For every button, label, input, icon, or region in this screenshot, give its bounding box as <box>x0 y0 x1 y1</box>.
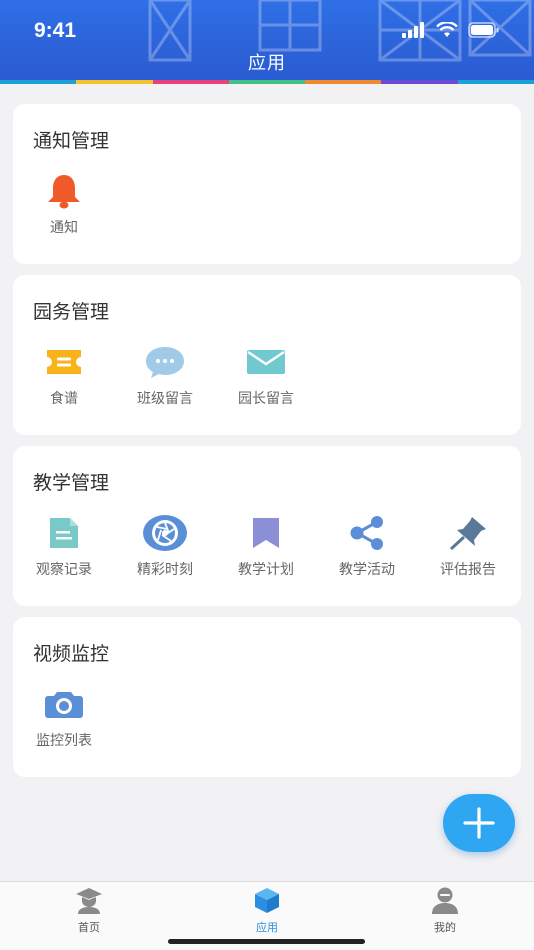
person-icon <box>432 887 458 914</box>
app-item-monitor-list[interactable]: 监控列表 <box>14 684 114 750</box>
section-title: 园务管理 <box>33 301 110 323</box>
app-item-class-message[interactable]: 班级留言 <box>115 342 215 408</box>
app-item-label: 教学计划 <box>238 562 294 578</box>
app-item-label: 监控列表 <box>36 733 92 749</box>
home-indicator <box>168 939 365 944</box>
camera-icon <box>45 692 83 718</box>
student-icon <box>76 888 102 914</box>
section-title: 通知管理 <box>33 130 110 152</box>
app-item-notice[interactable]: 通知 <box>14 171 114 237</box>
app-item-label: 评估报告 <box>440 562 496 578</box>
app-item-label: 食谱 <box>50 391 78 407</box>
battery-icon <box>468 22 499 38</box>
strip-segment <box>152 80 229 84</box>
section-card-teaching: 教学管理 观察记录 精彩时刻 教学计划 教学活动 评估报告 <box>13 446 521 606</box>
recipe-icon <box>47 350 81 374</box>
app-item-observation[interactable]: 观察记录 <box>14 513 114 579</box>
document-icon <box>50 518 78 548</box>
tab-label: 应用 <box>256 921 278 934</box>
chat-bubble-icon <box>146 347 184 378</box>
strip-segment <box>228 80 306 84</box>
tab-label: 首页 <box>78 921 100 934</box>
section-card-notice: 通知管理 通知 <box>13 104 521 264</box>
strip-segment <box>457 80 534 84</box>
app-item-highlights[interactable]: 精彩时刻 <box>115 513 215 579</box>
app-item-recipe[interactable]: 食谱 <box>14 342 114 408</box>
add-floating-button[interactable] <box>443 794 515 852</box>
bookmark-icon <box>253 518 279 548</box>
tab-apps[interactable]: 应用 <box>227 886 307 935</box>
app-item-teaching-plan[interactable]: 教学计划 <box>216 513 316 579</box>
section-card-kindergarten: 园务管理 食谱 班级留言 园长留言 <box>13 275 521 435</box>
status-time: 9:41 <box>34 19 77 42</box>
envelope-icon <box>247 350 285 374</box>
tab-mine[interactable]: 我的 <box>405 886 485 935</box>
strip-segment <box>381 80 458 84</box>
status-icons <box>402 22 500 38</box>
app-item-teaching-activity[interactable]: 教学活动 <box>317 513 417 579</box>
wifi-icon <box>436 22 458 37</box>
section-title: 教学管理 <box>33 472 110 494</box>
section-card-video: 视频监控 监控列表 <box>13 617 521 777</box>
tab-home[interactable]: 首页 <box>49 886 129 935</box>
app-item-label: 园长留言 <box>238 391 294 407</box>
app-header: 9:41 应用 <box>0 0 534 84</box>
app-item-evaluation-report[interactable]: 评估报告 <box>418 513 518 579</box>
app-item-label: 班级留言 <box>137 391 193 407</box>
aperture-icon <box>143 515 187 551</box>
app-item-label: 教学活动 <box>339 562 395 578</box>
app-item-principal-message[interactable]: 园长留言 <box>216 342 316 408</box>
strip-segment <box>0 80 77 84</box>
bell-icon <box>48 175 80 209</box>
pushpin-icon <box>449 517 486 551</box>
app-item-label: 通知 <box>50 220 78 236</box>
app-item-label: 精彩时刻 <box>137 562 193 578</box>
share-icon <box>350 516 383 550</box>
page-title: 应用 <box>248 53 286 74</box>
section-title: 视频监控 <box>33 643 110 665</box>
plus-icon <box>463 807 495 839</box>
cube-icon <box>255 888 279 913</box>
strip-segment <box>76 80 153 84</box>
app-item-label: 观察记录 <box>36 562 92 578</box>
tab-label: 我的 <box>434 921 456 934</box>
signal-icon <box>402 22 424 38</box>
header-color-strip <box>0 80 534 84</box>
strip-segment <box>305 80 382 84</box>
